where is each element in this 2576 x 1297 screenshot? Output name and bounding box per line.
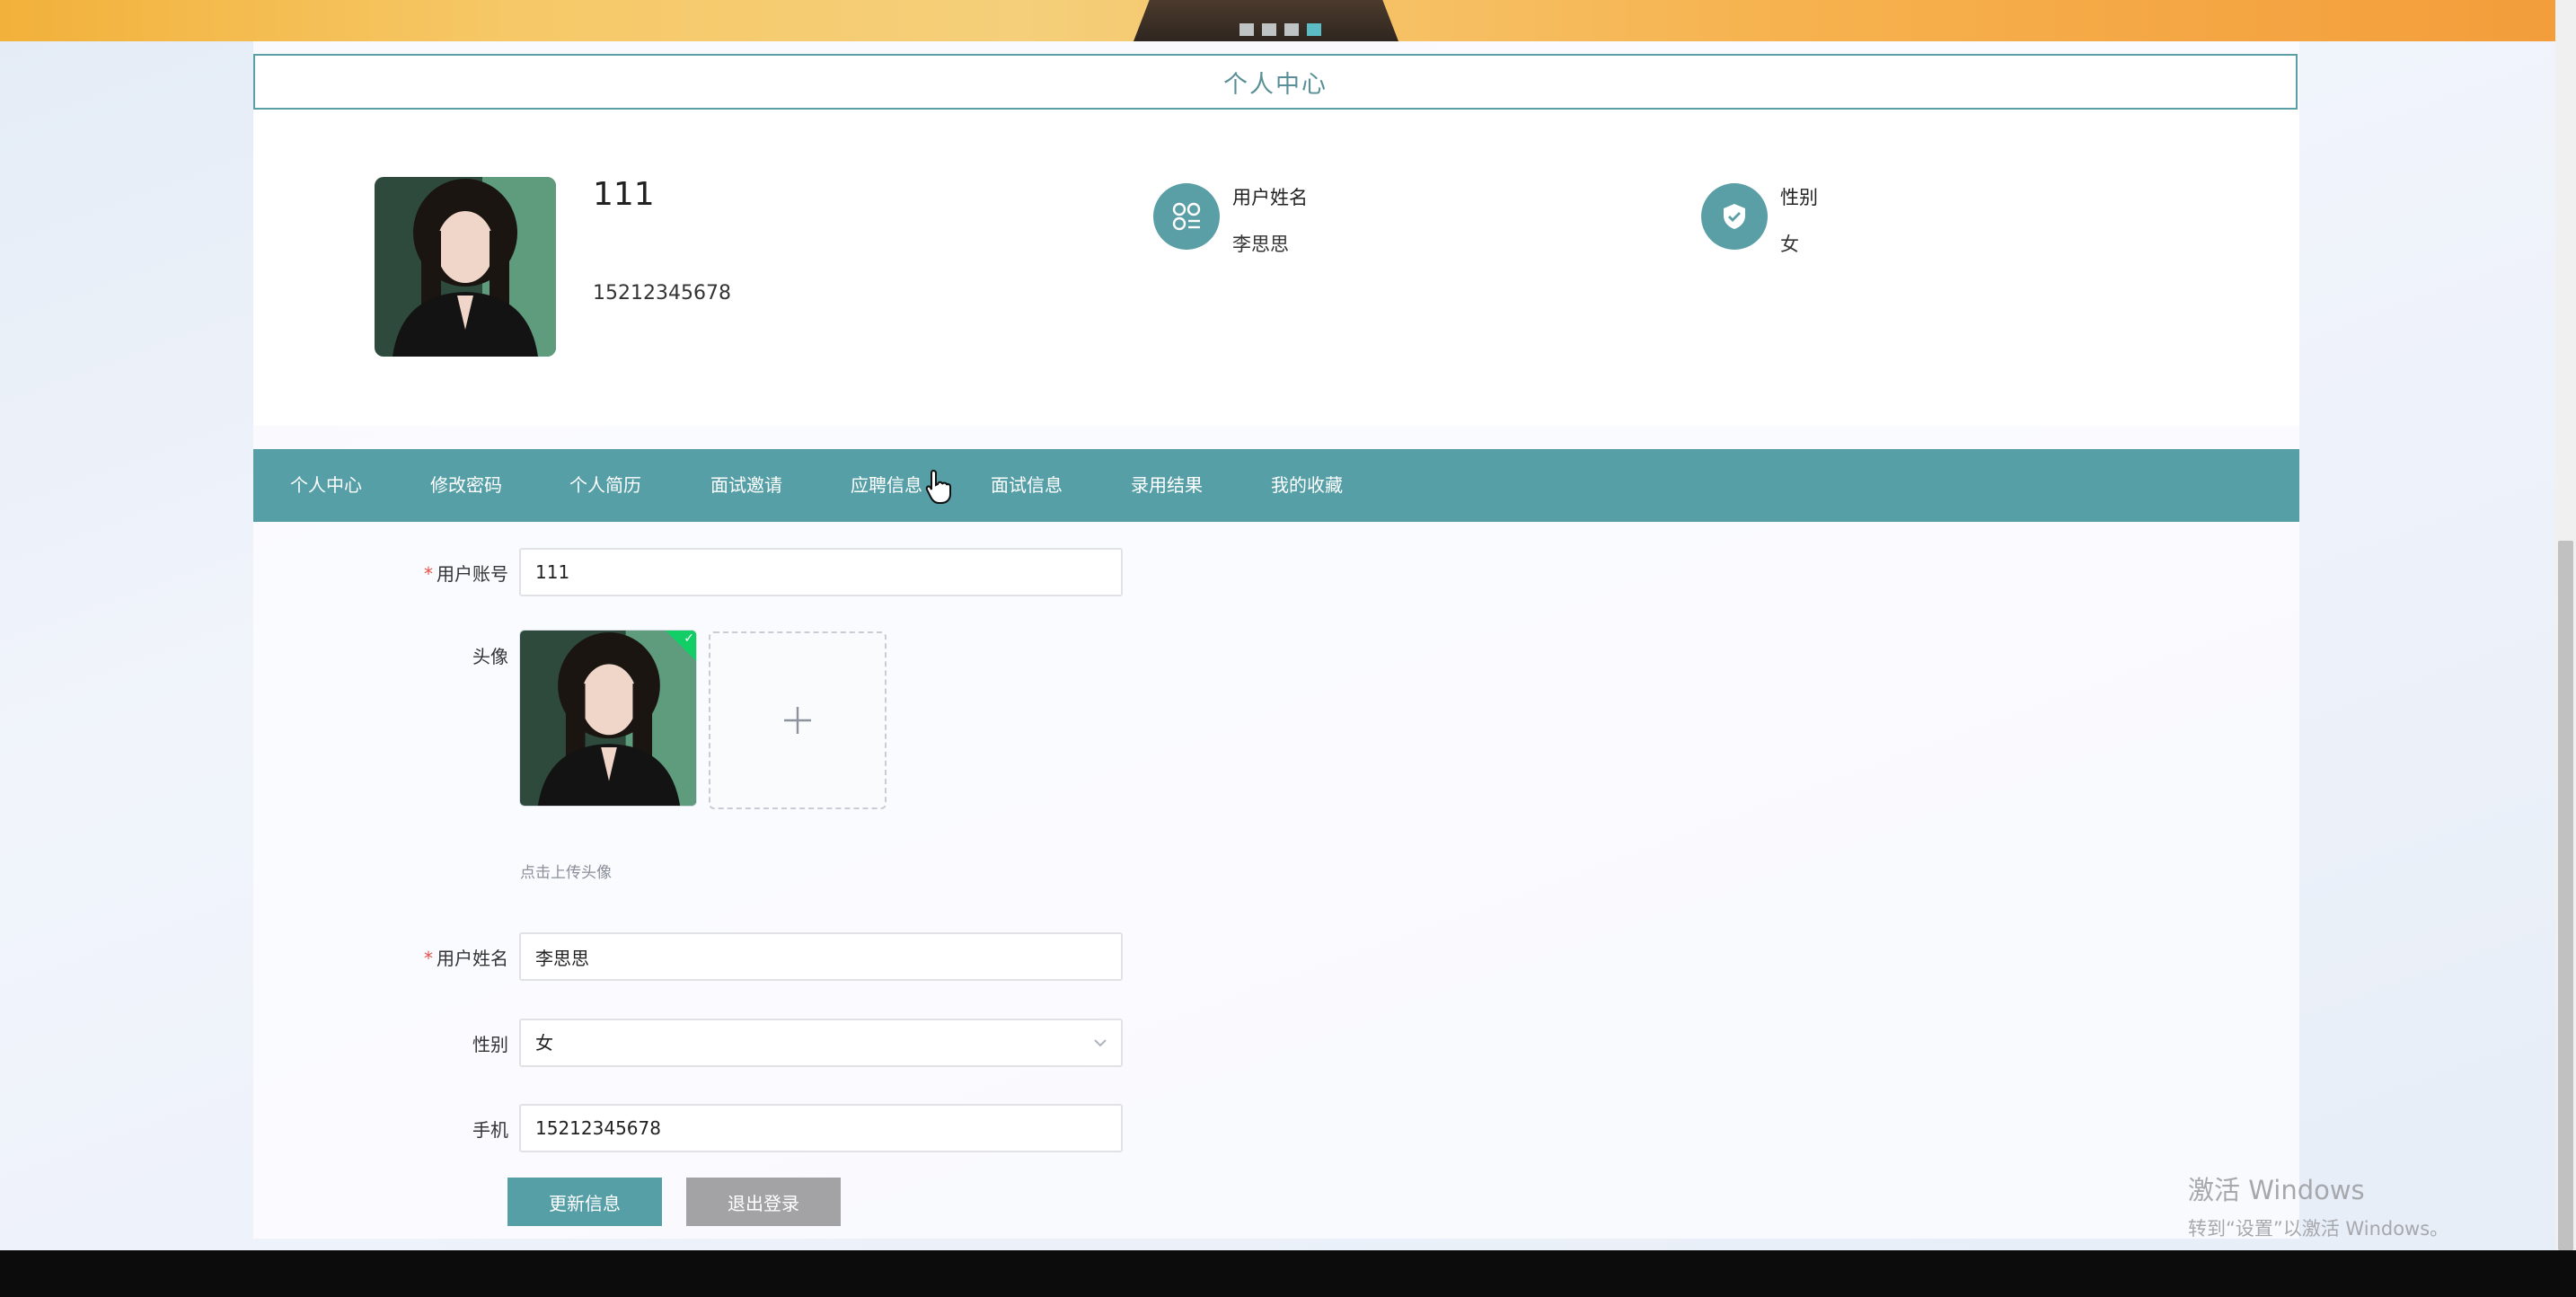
uploaded-avatar-thumb[interactable]: ✓ (519, 630, 697, 807)
gender-label: 性别 (472, 1034, 508, 1055)
name-label: * 用户姓名 (424, 948, 508, 969)
tab-bar: 个人中心 修改密码 个人简历 面试邀请 应聘信息 面试信息 录用结果 我的收藏 (253, 449, 2299, 522)
plus-icon (784, 707, 811, 734)
top-banner (0, 0, 2555, 41)
tower-window (1239, 23, 1254, 36)
taskbar (0, 1250, 2576, 1297)
section-title: 个人中心 (253, 54, 2298, 110)
profile-account: 111 (593, 176, 655, 213)
tab-personal-center[interactable]: 个人中心 (290, 449, 362, 522)
upload-hint: 点击上传头像 (520, 864, 612, 882)
phone-label: 手机 (472, 1119, 508, 1141)
scrollbar-thumb[interactable] (2558, 541, 2573, 1250)
tab-application-info[interactable]: 应聘信息 (851, 449, 922, 522)
form-row-name: * 用户姓名 (253, 932, 1151, 981)
info-name-value: 李思思 (1232, 234, 1289, 255)
tab-favorites[interactable]: 我的收藏 (1271, 449, 1343, 522)
hand-cursor-icon (925, 469, 951, 504)
upload-avatar-button[interactable] (709, 631, 887, 809)
logout-button[interactable]: 退出登录 (686, 1178, 841, 1226)
tab-hire-result[interactable]: 录用结果 (1131, 449, 1203, 522)
form-row-gender: 性别 女 (253, 1019, 1151, 1067)
phone-input[interactable] (519, 1104, 1123, 1152)
avatar (375, 177, 556, 357)
info-gender-label: 性别 (1780, 187, 1818, 208)
gender-select[interactable]: 女 (519, 1019, 1123, 1067)
account-label: * 用户账号 (424, 563, 508, 585)
tab-interview-info[interactable]: 面试信息 (991, 449, 1063, 522)
upload-success-badge: ✓ (666, 631, 696, 661)
tower-window (1284, 23, 1299, 36)
shield-check-icon (1701, 183, 1768, 250)
required-mark: * (424, 563, 433, 585)
tab-change-password[interactable]: 修改密码 (430, 449, 502, 522)
name-input[interactable] (519, 932, 1123, 981)
required-mark: * (424, 948, 433, 969)
tab-interview-invite[interactable]: 面试邀请 (710, 449, 782, 522)
vertical-scrollbar[interactable] (2555, 0, 2576, 1250)
form-row-phone: 手机 (253, 1104, 1151, 1152)
profile-phone: 15212345678 (593, 282, 731, 304)
tower-window (1262, 23, 1276, 36)
update-info-button[interactable]: 更新信息 (507, 1178, 662, 1226)
chevron-down-icon (1094, 1039, 1107, 1047)
watermark-line2: 转到“设置”以激活 Windows。 (2188, 1218, 2449, 1240)
tower-image (1134, 0, 1398, 41)
section-title-text: 个人中心 (1223, 70, 1328, 99)
form-row-account: * 用户账号 (253, 548, 1151, 596)
tower-window (1307, 23, 1321, 36)
profile-card: 111 15212345678 用户姓名 李思思 性别 女 (253, 110, 2299, 426)
check-icon: ✓ (684, 631, 694, 646)
watermark-line1: 激活 Windows (2188, 1175, 2365, 1205)
info-gender-value: 女 (1780, 234, 1799, 255)
gender-select-value: 女 (535, 1032, 553, 1054)
tab-resume[interactable]: 个人简历 (569, 449, 641, 522)
account-input[interactable] (519, 548, 1123, 596)
apps-icon (1153, 183, 1220, 250)
info-name-label: 用户姓名 (1232, 187, 1308, 208)
windows-activation-watermark: 激活 Windows 转到“设置”以激活 Windows。 (2188, 1169, 2448, 1241)
avatar-label: 头像 (472, 646, 508, 667)
avatar-photo (375, 177, 556, 357)
form-row-avatar: 头像 (253, 642, 1151, 678)
